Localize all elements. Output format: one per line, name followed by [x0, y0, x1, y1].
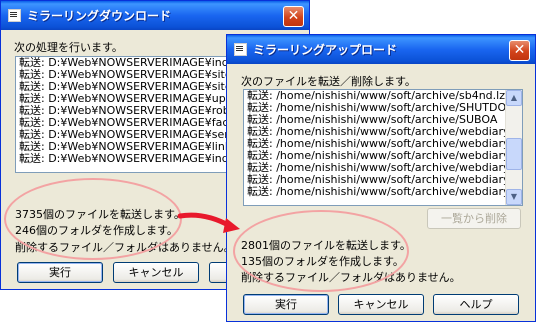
upload-summary-highlight: [233, 210, 409, 292]
upload-list-scrollbar[interactable]: ▲ ▼: [505, 90, 522, 205]
upload-cancel-button[interactable]: キャンセル: [338, 294, 424, 315]
scroll-up-icon[interactable]: ▲: [506, 90, 522, 106]
download-summary-highlight: [4, 178, 182, 260]
upload-help-button[interactable]: ヘルプ: [433, 294, 519, 315]
upload-close-button[interactable]: ✕: [509, 40, 530, 61]
upload-execute-button[interactable]: 実行: [243, 294, 329, 315]
app-icon: [234, 43, 247, 56]
upload-remove-from-list-button[interactable]: 一覧から削除: [427, 208, 521, 229]
upload-file-list[interactable]: 転送: /home/nishishi/www/soft/archive/sb4n…: [243, 89, 523, 206]
download-execute-button[interactable]: 実行: [17, 262, 103, 283]
upload-instruction: 次のファイルを転送／削除します。: [241, 75, 416, 88]
download-titlebar[interactable]: ミラーリングダウンロード: [1, 1, 309, 30]
upload-titlebar[interactable]: ミラーリングアップロード: [227, 35, 535, 64]
file-list-item[interactable]: 転送: /home/nishishi/www/soft/archive/webd…: [244, 186, 506, 198]
app-icon: [8, 9, 21, 22]
download-instruction: 次の処理を行います。: [14, 41, 123, 54]
scroll-down-icon[interactable]: ▼: [506, 189, 522, 205]
download-window-title: ミラーリングダウンロード: [27, 9, 172, 23]
download-cancel-button[interactable]: キャンセル: [113, 262, 199, 283]
download-close-button[interactable]: ✕: [283, 6, 304, 27]
upload-window-title: ミラーリングアップロード: [253, 43, 398, 57]
scroll-thumb[interactable]: [506, 138, 522, 170]
